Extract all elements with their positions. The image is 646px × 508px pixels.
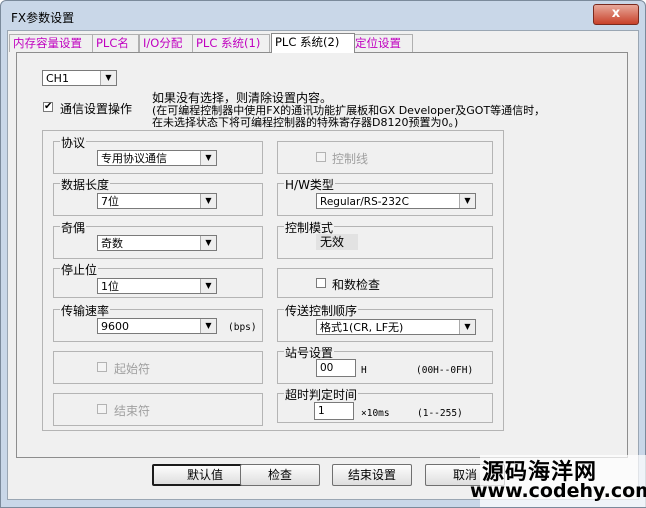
timeout-range: (1--255): [417, 408, 463, 419]
chevron-down-icon: ▼: [200, 194, 216, 208]
data-length-label: 数据长度: [60, 176, 111, 193]
timeout-unit: ×10ms: [361, 408, 390, 419]
chevron-down-icon: ▼: [100, 71, 116, 85]
chevron-down-icon: ▼: [459, 320, 475, 334]
tab-label: PLC名: [96, 36, 129, 50]
timeout-label: 超时判定时间: [284, 386, 359, 403]
finish-button-label: 结束设置: [347, 468, 396, 482]
tab-label: PLC 系统(1): [196, 36, 261, 50]
end-char-label: 结束符: [114, 404, 151, 418]
transmit-seq-value: 格式1(CR, LF无): [320, 321, 404, 334]
tab-plc-system-1[interactable]: PLC 系统(1): [192, 34, 270, 52]
transmit-seq-label: 传送控制顺序: [284, 302, 359, 319]
hw-type-label: H/W类型: [284, 176, 335, 193]
transmit-seq-select[interactable]: 格式1(CR, LF无) ▼: [316, 319, 476, 335]
chevron-down-icon: ▼: [200, 279, 216, 293]
tab-plc-name[interactable]: PLC名: [92, 34, 139, 52]
start-char-label: 起始符: [114, 362, 151, 376]
control-mode-value: 无效: [320, 235, 345, 249]
checksum-group: [277, 268, 493, 298]
parity-label: 奇偶: [60, 219, 87, 236]
timeout-input[interactable]: 1: [314, 402, 354, 420]
station-value: 00: [320, 362, 334, 374]
stop-bit-value: 1位: [101, 280, 119, 293]
data-length-value: 7位: [101, 195, 119, 208]
channel-select[interactable]: CH1 ▼: [42, 70, 117, 86]
tab-label: PLC 系统(2): [275, 35, 340, 49]
comm-setting-label: 通信设置操作: [60, 102, 133, 116]
hw-type-value: Regular/RS-232C: [320, 196, 409, 208]
check-button-label: 检查: [267, 468, 292, 482]
hw-type-select[interactable]: Regular/RS-232C ▼: [316, 193, 476, 209]
tab-io[interactable]: I/O分配: [139, 34, 193, 52]
tab-label: I/O分配: [143, 36, 183, 50]
control-mode-value-box: 无效: [316, 234, 358, 250]
channel-value: CH1: [46, 72, 69, 85]
protocol-select[interactable]: 专用协议通信 ▼: [97, 150, 217, 166]
check-button[interactable]: 检查: [240, 464, 320, 486]
station-range: (00H--0FH): [416, 365, 474, 376]
start-char-group: [53, 351, 263, 384]
protocol-value: 专用协议通信: [101, 152, 167, 165]
stop-bit-label: 停止位: [60, 261, 99, 278]
station-input[interactable]: 00: [316, 359, 356, 377]
protocol-label: 协议: [60, 134, 87, 151]
tab-label: 定位设置: [355, 36, 401, 50]
tab-plc-system-2[interactable]: PLC 系统(2): [271, 33, 355, 53]
timeout-value: 1: [318, 405, 325, 417]
finish-button[interactable]: 结束设置: [332, 464, 412, 486]
chevron-down-icon: ▼: [200, 319, 216, 333]
control-line-label: 控制线: [332, 152, 369, 166]
control-line-group: [277, 141, 493, 174]
checkmark-icon: ✔: [44, 101, 53, 112]
chevron-down-icon: ▼: [200, 151, 216, 165]
chevron-down-icon: ▼: [200, 236, 216, 250]
baud-rate-label: 传输速率: [60, 302, 111, 319]
parity-select[interactable]: 奇数 ▼: [97, 235, 217, 251]
default-button-label: 默认值: [186, 468, 223, 482]
tab-label: 内存容量设置: [13, 36, 82, 50]
data-length-select[interactable]: 7位 ▼: [97, 193, 217, 209]
control-mode-group: 控制模式: [277, 219, 493, 259]
comm-note-3: 在未选择状态下将可编程控制器的特殊寄存器D8120预置为0。): [152, 116, 459, 129]
tab-positioning[interactable]: 定位设置: [351, 34, 413, 52]
window-title: FX参数设置: [11, 11, 75, 25]
station-unit: H: [361, 365, 367, 376]
chevron-down-icon: ▼: [459, 194, 475, 208]
end-char-checkbox[interactable]: [97, 404, 107, 414]
close-button[interactable]: x: [593, 4, 639, 25]
checksum-label: 和数检查: [332, 278, 381, 292]
stop-bit-select[interactable]: 1位 ▼: [97, 278, 217, 294]
baud-rate-value: 9600: [101, 320, 129, 333]
tab-memory[interactable]: 内存容量设置: [9, 34, 93, 52]
parity-value: 奇数: [101, 237, 123, 250]
control-line-checkbox[interactable]: [316, 152, 326, 162]
start-char-checkbox[interactable]: [97, 362, 107, 372]
checksum-checkbox[interactable]: [316, 278, 326, 288]
end-char-group: [53, 393, 263, 426]
watermark-line2: www.codehy.com: [470, 480, 646, 502]
baud-rate-select[interactable]: 9600 ▼: [97, 318, 217, 334]
comm-setting-checkbox[interactable]: ✔: [43, 102, 53, 112]
baud-rate-unit: (bps): [228, 322, 257, 333]
title-bar[interactable]: FX参数设置 x: [1, 1, 645, 31]
close-icon: x: [611, 6, 621, 21]
